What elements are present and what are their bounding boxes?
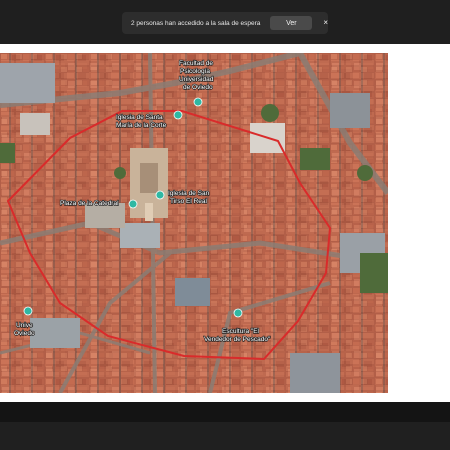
- label-faculty-4: de Oviedo: [183, 84, 213, 91]
- label-faculty-2: Psicología: [180, 68, 210, 75]
- cathedral: [130, 148, 168, 221]
- label-faculty-3: Universidad: [179, 76, 214, 83]
- notification-message: 2 personas han accedido a la sala de esp…: [131, 19, 261, 27]
- label-univ-2: Oviedo: [14, 330, 35, 337]
- label-statue-1: Escultura "El: [222, 328, 260, 335]
- close-icon[interactable]: ×: [323, 19, 328, 27]
- label-faculty-1: Facultad de: [179, 60, 213, 67]
- top-bar: 2 personas han accedido a la sala de esp…: [0, 0, 450, 44]
- label-church-2: María de la Corte: [116, 122, 167, 129]
- bottom-bar: [0, 402, 450, 450]
- shared-screen: Facultad de Psicología Universidad de Ov…: [0, 44, 450, 402]
- pin-univ: [23, 306, 33, 316]
- label-statue-2: Vendedor de Pescado": [204, 336, 271, 343]
- pin-church: [173, 110, 183, 120]
- bottom-strip: [0, 422, 450, 450]
- pin-faculty: [193, 97, 203, 107]
- label-tirso-2: Tirso El Real: [170, 198, 208, 205]
- label-church-1: Iglesia de Santa: [116, 114, 163, 121]
- pin-statue: [233, 308, 243, 318]
- label-univ-1: Unive: [16, 322, 33, 329]
- label-plaza: Plaza de la Catedral: [60, 200, 119, 207]
- pin-plaza: [128, 199, 138, 209]
- waiting-room-notification: 2 personas han accedido a la sala de esp…: [122, 12, 328, 34]
- view-button[interactable]: Ver: [270, 16, 313, 30]
- pin-tirso: [155, 190, 165, 200]
- label-tirso-1: Iglesia de San: [168, 190, 210, 197]
- aerial-map: Facultad de Psicología Universidad de Ov…: [0, 53, 388, 393]
